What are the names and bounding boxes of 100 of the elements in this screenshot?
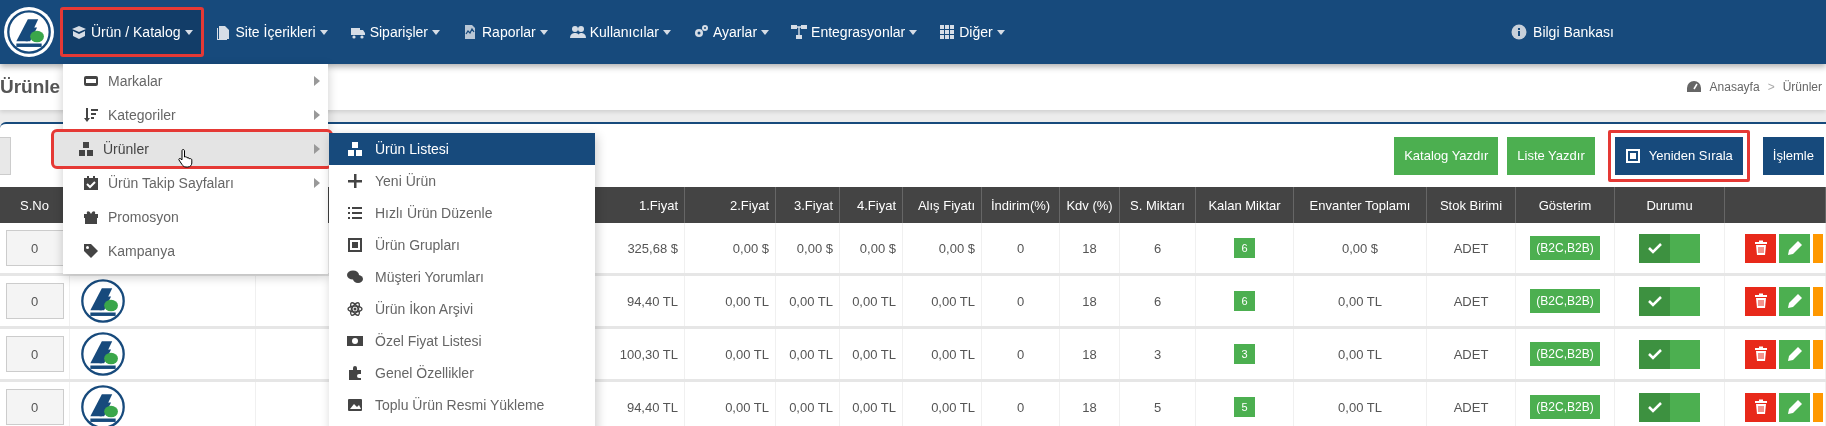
hand-cursor-icon [178, 148, 194, 168]
table-cell: 6 [1120, 276, 1196, 326]
caret-icon [184, 29, 193, 35]
toolbar-button[interactable]: İşlemle [1762, 136, 1824, 175]
check-icon [1646, 346, 1663, 362]
submenu-item[interactable]: Toplu Ürün Resmi Yükleme [329, 389, 595, 421]
nav-menu-item[interactable]: Site İçerikleri [205, 7, 338, 57]
money-icon [347, 333, 363, 349]
caret-icon [432, 29, 440, 35]
menu-item[interactable]: Kampanya [63, 234, 328, 268]
nav-menu-item[interactable]: Ayarlar [682, 7, 780, 57]
submenu-item[interactable]: Müşteri Yorumları [329, 261, 595, 293]
boxes-icon [78, 141, 94, 157]
nav-menu-item[interactable]: Entegrasyonlar [781, 7, 928, 57]
status-toggle[interactable] [1639, 392, 1700, 422]
image-icon [347, 397, 363, 413]
delete-button[interactable] [1745, 339, 1776, 369]
table-cell: ADET [1427, 329, 1516, 379]
table-cell: 0,00 $ [903, 223, 982, 273]
object-group-icon [1624, 147, 1641, 164]
table-cell: 0,00 TL [903, 382, 982, 426]
table-cell: 18 [1060, 223, 1120, 273]
nav-menu-item[interactable]: Kullanıcılar [559, 7, 681, 57]
submenu-item[interactable]: Hızlı Ürün Düzenle [329, 197, 595, 229]
submenu-item[interactable]: Özel Fiyat Listesi [329, 325, 595, 357]
table-cell: 0,00 TL [903, 329, 982, 379]
table-cell: 3 [1120, 329, 1196, 379]
table-cell: 0,00 TL [840, 276, 903, 326]
input-field[interactable] [0, 136, 11, 175]
sort-icon [83, 107, 99, 123]
delete-button[interactable] [1745, 392, 1776, 422]
info-icon [1511, 24, 1528, 40]
table-cell: 0 [982, 382, 1060, 426]
menu-item[interactable]: Ürünler [54, 132, 330, 166]
channel-badge: (B2C,B2B) [1530, 395, 1600, 419]
breadcrumb-link[interactable]: Ürünler [1782, 80, 1822, 94]
trash-icon [1752, 399, 1769, 415]
help-link[interactable]: Bilgi Bankası [1533, 24, 1614, 40]
atom-icon [347, 301, 363, 317]
table-cell: ADET [1427, 276, 1516, 326]
channel-badge: (B2C,B2B) [1530, 342, 1600, 366]
order-input[interactable]: 0 [5, 336, 64, 372]
order-input[interactable]: 0 [5, 389, 64, 425]
table-cell: 0,00 $ [776, 223, 840, 273]
edit-button[interactable] [1779, 392, 1810, 422]
submenu-item[interactable]: Ürün Listesi [329, 133, 595, 165]
boxes-icon [347, 141, 363, 157]
order-input[interactable]: 0 [5, 283, 64, 319]
action-button[interactable] [1813, 339, 1823, 369]
calendar-check-icon [83, 175, 99, 191]
logo[interactable] [4, 7, 54, 57]
table-cell: 0,00 TL [776, 276, 840, 326]
table-cell: 0,00 TL [1294, 329, 1427, 379]
submenu-item[interactable]: Yeni Ürün [329, 165, 595, 197]
table-cell: 0,00 TL [903, 276, 982, 326]
caret-icon [909, 29, 918, 35]
pencil-icon [1786, 240, 1803, 256]
table-cell: 0,00 TL [685, 382, 776, 426]
status-toggle[interactable] [1639, 233, 1700, 263]
nav-menu-item[interactable]: Raporlar [452, 7, 558, 57]
table-cell: 0,00 TL [685, 329, 776, 379]
table-cell: 0,00 TL [1294, 382, 1427, 426]
menu-item[interactable]: Kategoriler [63, 98, 328, 132]
check-icon [1646, 240, 1663, 256]
action-button[interactable] [1813, 392, 1823, 422]
caret-icon [996, 29, 1005, 35]
object-group-icon [347, 237, 363, 253]
order-input[interactable]: 0 [5, 230, 64, 266]
edit-button[interactable] [1779, 286, 1810, 316]
chart-file-icon [462, 24, 478, 40]
nav-menu-item[interactable]: Ürün / Katalog [60, 7, 204, 57]
submenu-item[interactable]: Ürün İkon Arşivi [329, 293, 595, 325]
table-cell: ADET [1427, 223, 1516, 273]
pencil-icon [1786, 399, 1803, 415]
puzzle-icon [347, 365, 363, 381]
breadcrumb-link[interactable]: Anasayfa [1709, 80, 1760, 94]
delete-button[interactable] [1745, 233, 1776, 263]
status-toggle[interactable] [1639, 339, 1700, 369]
status-toggle[interactable] [1639, 286, 1700, 316]
document-icon [215, 24, 232, 40]
list-icon [347, 205, 363, 221]
table-cell: 18 [1060, 382, 1120, 426]
toolbar-button[interactable]: Yeniden Sırala [1614, 136, 1743, 175]
table-cell: 18 [1060, 276, 1120, 326]
check-icon [1646, 399, 1663, 415]
caret-icon [662, 29, 671, 35]
edit-button[interactable] [1779, 339, 1810, 369]
table-cell: 0 [982, 276, 1060, 326]
action-button[interactable] [1813, 286, 1823, 316]
menu-item[interactable]: Markalar [63, 64, 328, 98]
table-cell: 0,00 TL [840, 382, 903, 426]
nav-menu-item[interactable]: Siparişler [339, 7, 450, 57]
table-cell: 0 [982, 223, 1060, 273]
nav-menu-item[interactable]: Diğer [929, 7, 1015, 57]
table-cell: 0,00 $ [840, 223, 903, 273]
submenu-item[interactable]: Ürün Grupları [329, 229, 595, 261]
action-button[interactable] [1813, 233, 1823, 263]
submenu-item[interactable]: Genel Özellikler [329, 357, 595, 389]
edit-button[interactable] [1779, 233, 1810, 263]
delete-button[interactable] [1745, 286, 1776, 316]
